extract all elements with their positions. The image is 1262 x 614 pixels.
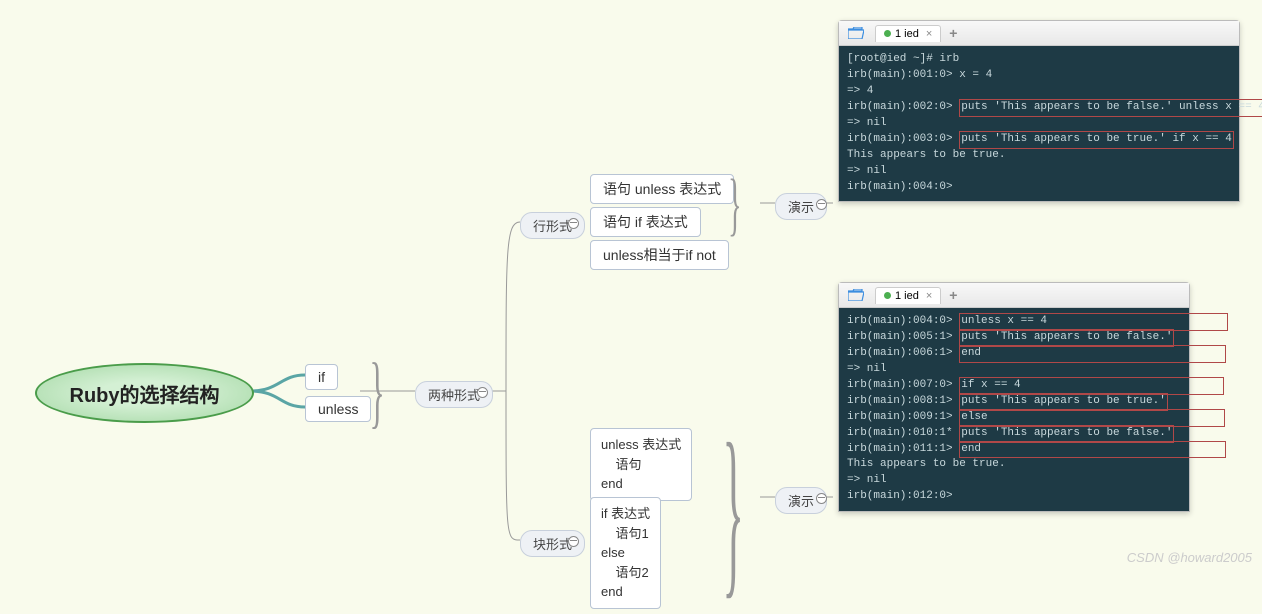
node-unless[interactable]: unless [305,396,371,422]
terminal-window: 1 ied × + irb(main):004:0> unless x == 4… [838,282,1190,512]
terminal-output: irb(main):004:0> unless x == 4 irb(main)… [839,308,1189,511]
line-form-item[interactable]: unless相当于if not [590,240,729,270]
status-dot-icon [884,292,891,299]
collapse-icon[interactable] [568,536,579,547]
status-dot-icon [884,30,891,37]
collapse-icon[interactable] [816,199,827,210]
collapse-icon[interactable] [477,387,488,398]
collapse-icon[interactable] [568,218,579,229]
root-node[interactable]: Ruby的选择结构 [35,363,254,423]
terminal-header: 1 ied × + [839,21,1239,46]
terminal-header: 1 ied × + [839,283,1189,308]
terminal-tab[interactable]: 1 ied × [875,25,941,42]
node-if[interactable]: if [305,364,338,390]
terminal-tab[interactable]: 1 ied × [875,287,941,304]
add-tab-icon[interactable]: + [949,287,957,303]
close-icon[interactable]: × [926,28,932,40]
add-tab-icon[interactable]: + [949,25,957,41]
watermark: CSDN @howard2005 [1127,550,1252,565]
collapse-icon[interactable] [816,493,827,504]
block-form-item[interactable]: if 表达式 语句1 else 语句2 end [590,497,661,609]
line-form-item[interactable]: 语句 unless 表达式 [590,174,734,204]
terminal-window: 1 ied × + [root@ied ~]# irb irb(main):00… [838,20,1240,202]
line-form-item[interactable]: 语句 if 表达式 [590,207,701,237]
folder-icon[interactable] [847,26,865,40]
block-form-item[interactable]: unless 表达式 语句 end [590,428,692,501]
folder-icon[interactable] [847,288,865,302]
terminal-output: [root@ied ~]# irb irb(main):001:0> x = 4… [839,46,1239,201]
close-icon[interactable]: × [926,290,932,302]
